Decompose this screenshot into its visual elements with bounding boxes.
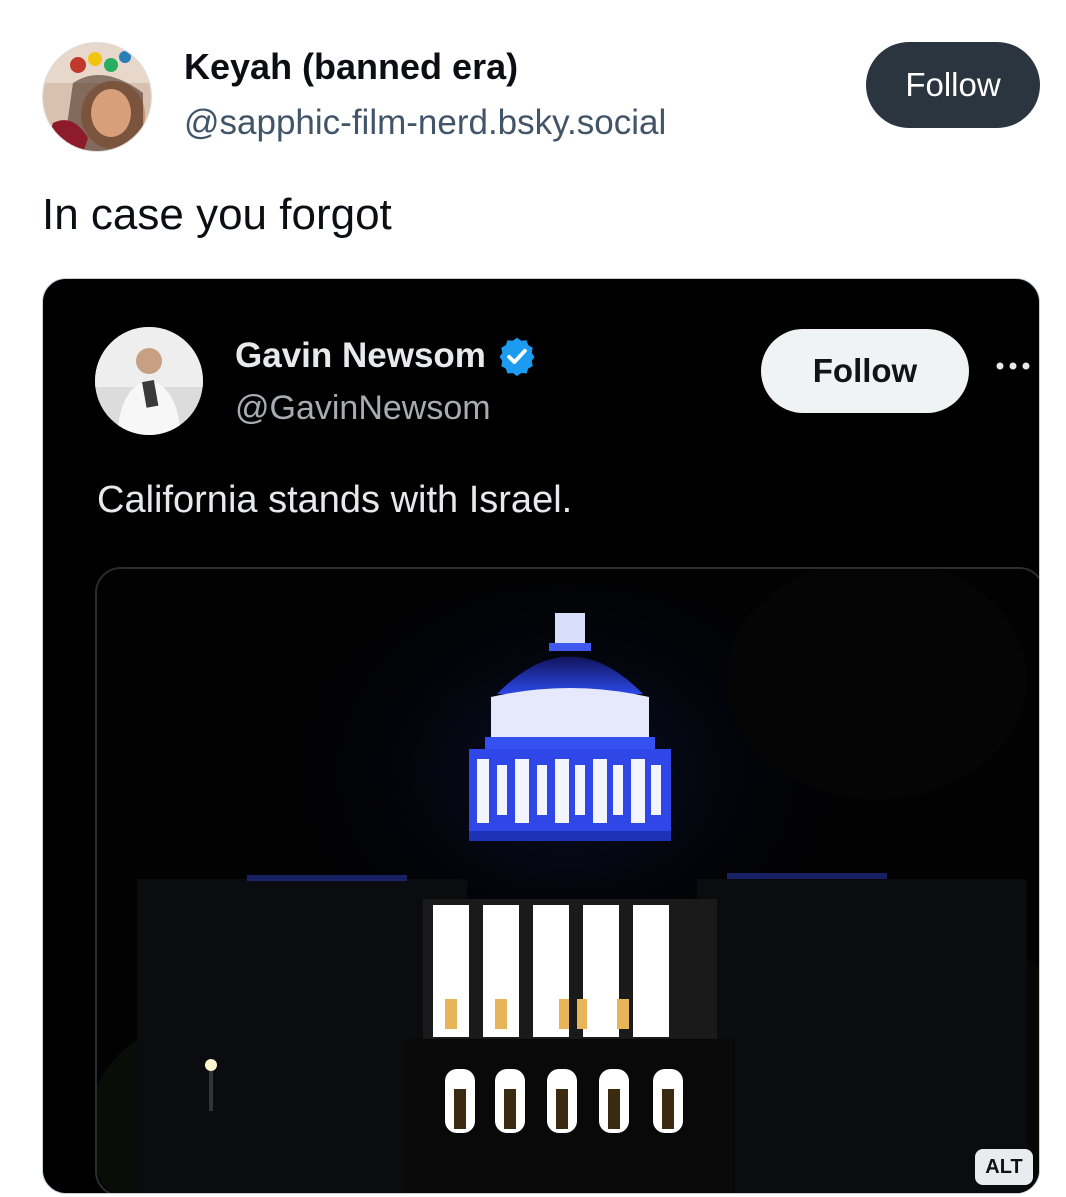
embedded-author-handle: @GavinNewsom bbox=[235, 389, 491, 427]
follow-button[interactable]: Follow bbox=[866, 42, 1040, 128]
embedded-tweet-text: California stands with Israel. bbox=[97, 479, 573, 521]
embedded-name-row: Gavin Newsom bbox=[235, 335, 538, 377]
embedded-author-avatar bbox=[95, 327, 203, 435]
embedded-image[interactable]: Gavin Newsom @GavinNewsom Follow Califor… bbox=[42, 278, 1040, 1194]
embedded-follow-button: Follow bbox=[761, 329, 969, 413]
author-avatar-image bbox=[43, 43, 151, 151]
post-text: In case you forgot bbox=[42, 190, 392, 239]
embedded-author-name: Gavin Newsom bbox=[235, 336, 486, 375]
author-handle[interactable]: @sapphic-film-nerd.bsky.social bbox=[184, 103, 666, 143]
alt-text-badge[interactable]: ALT bbox=[975, 1149, 1033, 1185]
author-display-name[interactable]: Keyah (banned era) bbox=[184, 46, 518, 88]
author-avatar[interactable] bbox=[42, 42, 152, 152]
capitol-photo bbox=[95, 567, 1039, 1193]
verified-badge-icon bbox=[496, 335, 538, 377]
more-horizontal-icon bbox=[993, 359, 1037, 373]
